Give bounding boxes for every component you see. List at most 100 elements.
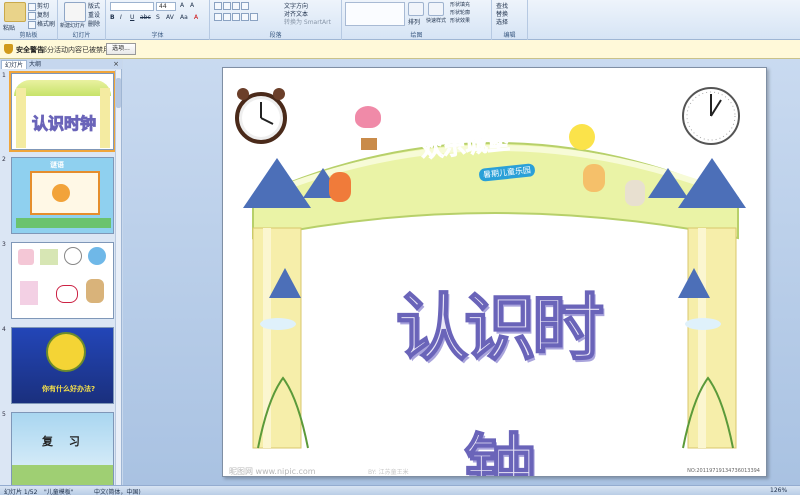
slide-number: 1 [2, 72, 6, 79]
slide-5-title: 复 习 [42, 435, 86, 448]
slide-number: 4 [2, 326, 6, 333]
font-size-combo[interactable]: 44 [156, 2, 176, 11]
slides-group: 新建幻灯片 版式 重设 删除 幻灯片 [58, 0, 106, 40]
meadow [12, 465, 113, 485]
child-figure [329, 172, 351, 202]
clock-icon [88, 247, 106, 265]
clip-art-icon [40, 249, 58, 265]
font-family-combo[interactable] [110, 2, 154, 11]
sun-icon [569, 124, 595, 150]
shape-fill-button[interactable]: 形状填充 [450, 1, 470, 8]
char-spacing-button[interactable]: AV [166, 14, 174, 21]
align-buttons[interactable] [214, 13, 259, 21]
tab-outline[interactable]: 大纲 [26, 60, 44, 69]
clock-icon [46, 332, 86, 372]
wall-clock-icon [682, 87, 740, 145]
bullets-button[interactable] [214, 2, 250, 10]
italic-button[interactable]: I [120, 14, 122, 21]
font-group-label: 字体 [151, 32, 164, 39]
quick-styles-icon[interactable] [428, 2, 444, 16]
font-color-button[interactable]: A [194, 14, 198, 21]
ribbon: 粘贴 剪切 复制 格式刷 剪贴板 新建幻灯片 版式 重设 删除 幻灯片 44 A… [0, 0, 800, 40]
paragraph-group-label: 段落 [269, 32, 282, 39]
shield-icon [4, 44, 13, 54]
slides-group-label: 幻灯片 [72, 32, 91, 39]
drawing-group: 排列 快速样式 形状填充 形状轮廓 形状效果 绘图 [342, 0, 492, 40]
slide-thumbnails: 1 认识时钟 2 谜语 3 4 你有什么好办法? 5 复 习 [0, 70, 116, 485]
status-bar: 幻灯片 1/52 "儿童模板" 中文(简体，中国) 126% [0, 485, 800, 495]
thumbnails-scrollbar[interactable] [115, 70, 121, 485]
slide-number: 5 [2, 411, 6, 418]
slide-thumbnail-5[interactable]: 复 习 [11, 412, 114, 485]
left-tower [16, 88, 26, 148]
shapes-gallery[interactable] [345, 2, 405, 26]
grow-font-button[interactable]: A [180, 2, 184, 9]
clipboard-group-label: 剪贴板 [19, 32, 38, 39]
arrange-icon[interactable] [408, 2, 424, 16]
shape-outline-button[interactable]: 形状轮廓 [450, 9, 470, 16]
format-painter-button[interactable]: 格式刷 [28, 19, 55, 29]
shrink-font-button[interactable]: A [190, 2, 194, 9]
right-tower [100, 88, 110, 148]
child-figure [625, 180, 645, 206]
dog-icon [86, 279, 104, 303]
new-slide-icon[interactable] [64, 2, 86, 22]
slide-1-title: 认识时钟 [31, 114, 97, 134]
new-slide-button[interactable]: 新建幻灯片 [60, 22, 85, 29]
slide-canvas[interactable]: 欢乐城堡 暑期儿童乐园 认识时钟 昵图网 www.nipic.com BY: 江… [222, 67, 767, 477]
watermark-author: BY: 江苏童王米 [368, 469, 409, 476]
alarm-clock-icon [235, 88, 287, 144]
delete-button[interactable]: 删除 [88, 19, 100, 28]
slide-title[interactable]: 认识时钟 [363, 258, 633, 476]
pane-tabs: 幻灯片 大纲 × [0, 59, 122, 69]
grass-strip [16, 218, 111, 228]
underline-button[interactable]: U [130, 14, 134, 21]
strikethrough-button[interactable]: abc [140, 14, 151, 21]
slide-counter: 幻灯片 1/52 [4, 489, 38, 495]
drawing-group-label: 绘图 [410, 32, 423, 39]
select-button[interactable]: 选择 [496, 17, 508, 26]
clip-art-icon [18, 249, 34, 265]
slide-4-caption: 你有什么好办法? [42, 385, 96, 393]
clipboard-group: 粘贴 剪切 复制 格式刷 剪贴板 [0, 0, 58, 40]
shape-effects-button[interactable]: 形状效果 [450, 17, 470, 24]
paste-icon[interactable] [4, 2, 26, 22]
slide-thumbnail-3[interactable] [11, 242, 114, 319]
slide-thumbnail-1[interactable]: 认识时钟 [9, 71, 116, 152]
theme-name: "儿童模板" [44, 489, 74, 495]
quick-styles-button[interactable]: 快速样式 [426, 17, 446, 24]
paragraph-group: 文字方向 对齐文本 转换为 SmartArt 段落 [210, 0, 342, 40]
pumpkin-icon [52, 184, 70, 202]
bunny-icon [20, 281, 38, 305]
layout-button[interactable]: 版式 [88, 1, 100, 10]
child-figure [583, 164, 605, 192]
tab-slides[interactable]: 幻灯片 [1, 60, 28, 69]
zoom-level[interactable]: 126% [770, 487, 787, 494]
slide-editor: 欢乐城堡 暑期儿童乐园 认识时钟 昵图网 www.nipic.com BY: 江… [123, 59, 800, 485]
language-indicator[interactable]: 中文(简体，中国) [94, 487, 141, 495]
scrollbar-thumb[interactable] [116, 78, 121, 108]
options-button[interactable]: 选项... [106, 43, 136, 55]
smartart-button[interactable]: 转换为 SmartArt [284, 17, 331, 26]
editing-group: 查找 替换 选择 编辑 [492, 0, 528, 40]
shadow-button[interactable]: S [156, 14, 160, 21]
slide-number: 3 [2, 241, 6, 248]
slide-thumbnail-2[interactable]: 谜语 [11, 157, 114, 234]
balloon-basket [361, 138, 377, 150]
security-warning-bar: 安全警告 部分活动内容已被禁用。 选项... [0, 40, 800, 59]
bicycle-icon [56, 285, 78, 303]
watermark: 昵图网 www.nipic.com [229, 467, 316, 476]
close-icon[interactable]: × [113, 60, 119, 68]
slides-pane: 幻灯片 大纲 × 1 认识时钟 2 谜语 3 4 你有什么好办法? 5 复 习 [0, 59, 122, 485]
image-id: NO:20119719134736013394 [687, 468, 760, 474]
slide-number: 2 [2, 156, 6, 163]
arrange-button[interactable]: 排列 [408, 17, 420, 26]
reset-button[interactable]: 重设 [88, 10, 100, 19]
bold-button[interactable]: B [110, 14, 115, 21]
change-case-button[interactable]: Aa [180, 14, 188, 21]
slide-thumbnail-4[interactable]: 你有什么好办法? [11, 327, 114, 404]
editing-group-label: 编辑 [503, 32, 516, 39]
arch-graphic [14, 80, 111, 96]
heart-balloon-icon [355, 106, 381, 128]
clock-icon [64, 247, 82, 265]
